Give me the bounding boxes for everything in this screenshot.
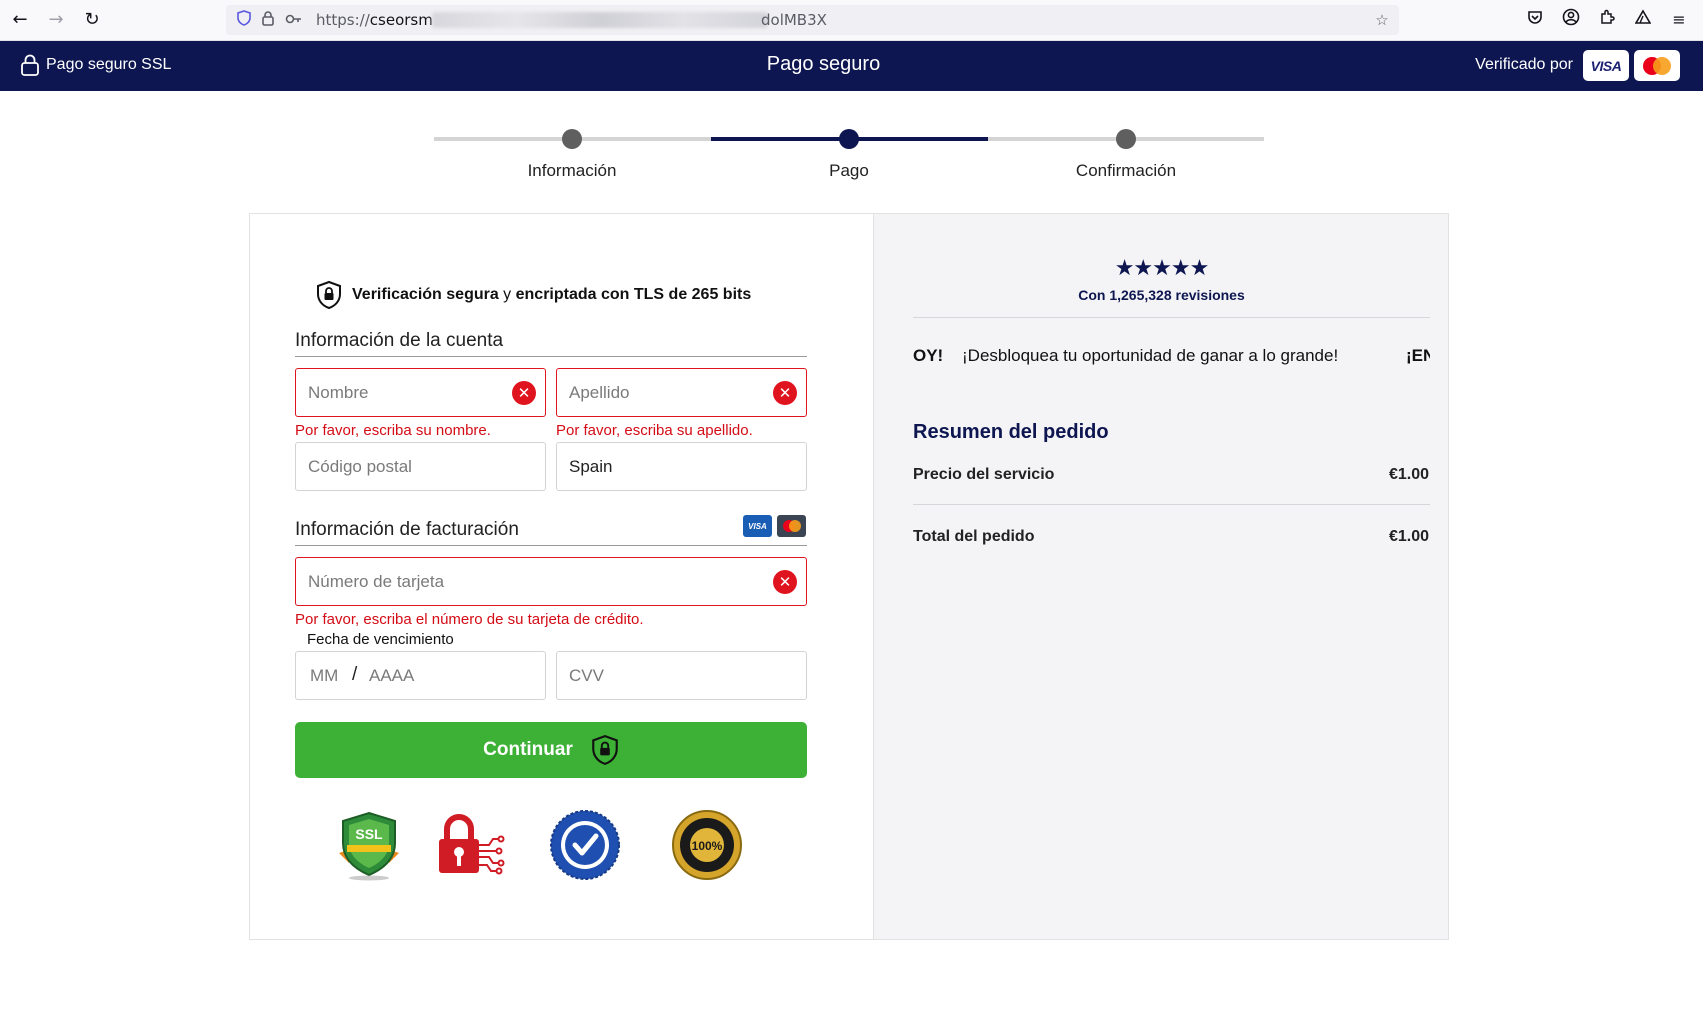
expiry-date-field[interactable]: MM / AAAA xyxy=(295,651,546,700)
visa-mini-logo: VISA xyxy=(743,515,772,537)
mastercard-mini-logo xyxy=(777,515,806,537)
promo-marquee: OY! ¡Desbloquea tu oportunidad de ganar … xyxy=(913,342,1430,372)
pocket-icon[interactable] xyxy=(1523,8,1547,32)
expiry-slash: / xyxy=(352,664,358,685)
service-price-value: €1.00 xyxy=(1388,466,1429,483)
cvv-input[interactable] xyxy=(569,652,758,699)
back-icon[interactable]: ← xyxy=(8,8,32,32)
trust-badges: SSL 100% xyxy=(325,809,765,881)
secure-verification-note: Verificación segura y encriptada con TLS… xyxy=(316,280,751,310)
shield-lock-icon xyxy=(592,734,618,765)
accepted-cards: VISA xyxy=(743,515,806,537)
url-redaction xyxy=(432,12,768,28)
step-label-informacion: Información xyxy=(527,161,617,180)
marquee-fragment-right: ¡EN xyxy=(1406,346,1430,365)
payment-form: Verificación segura y encriptada con TLS… xyxy=(250,214,873,939)
extensions-icon[interactable] xyxy=(1595,8,1619,32)
checkout-card: Verificación segura y encriptada con TLS… xyxy=(249,213,1449,940)
browser-toolbar: ← → ↻ https://cseorsm dolMB3X ☆ ≡ xyxy=(0,0,1703,41)
rating-stars: ★★★★★ xyxy=(1114,256,1210,281)
sync-triangle-icon[interactable] xyxy=(1631,8,1655,32)
step-dot-confirmacion xyxy=(1116,129,1136,149)
tracking-shield-icon[interactable] xyxy=(234,10,254,30)
key-icon[interactable] xyxy=(284,10,304,30)
error-x-icon: ✕ xyxy=(773,381,797,405)
url-text: https://cseorsm xyxy=(316,11,433,29)
first-name-error: Por favor, escriba su nombre. xyxy=(295,422,491,439)
postal-code-input[interactable] xyxy=(308,443,497,490)
step-dot-informacion xyxy=(562,129,582,149)
billing-section-title: Información de facturación xyxy=(295,519,807,546)
continue-button[interactable]: Continuar xyxy=(295,722,807,778)
card-number-field[interactable]: ✕ xyxy=(295,557,807,606)
customer-service-badge xyxy=(549,809,621,881)
error-x-icon: ✕ xyxy=(512,381,536,405)
first-name-input[interactable] xyxy=(308,369,497,416)
country-field[interactable] xyxy=(556,442,807,491)
marquee-text: ¡Desbloquea tu oportunidad de ganar a lo… xyxy=(962,346,1339,365)
divider xyxy=(913,317,1430,318)
encrypted-lock-badge xyxy=(433,809,505,881)
expiry-label: Fecha de vencimiento xyxy=(307,631,454,648)
page-title: Pago seguro xyxy=(766,53,881,75)
last-name-error: Por favor, escriba su apellido. xyxy=(556,422,753,439)
secure-payment-header: Pago seguro SSL Pago seguro Verificado p… xyxy=(0,41,1703,91)
expiry-year[interactable]: AAAA xyxy=(369,666,414,686)
svg-text:SSL: SSL xyxy=(355,826,383,842)
expiry-month[interactable]: MM xyxy=(310,666,338,686)
shield-lock-icon xyxy=(317,280,341,310)
error-x-icon: ✕ xyxy=(773,570,797,594)
divider xyxy=(913,504,1430,505)
address-bar[interactable]: https://cseorsm dolMB3X ☆ xyxy=(226,5,1399,35)
step-label-pago: Pago xyxy=(829,161,869,180)
card-number-error: Por favor, escriba el número de su tarje… xyxy=(295,611,644,628)
last-name-input[interactable] xyxy=(569,369,758,416)
order-summary-panel: ★★★★★ Con 1,265,328 revisiones OY! ¡Desb… xyxy=(873,214,1448,939)
step-dot-pago xyxy=(839,129,859,149)
url-tail: dolMB3X xyxy=(761,11,827,29)
forward-icon[interactable]: → xyxy=(44,8,68,32)
step-label-confirmacion: Confirmación xyxy=(1075,161,1177,180)
order-total-label: Total del pedido xyxy=(913,528,1035,545)
postal-code-field[interactable] xyxy=(295,442,546,491)
order-total-value: €1.00 xyxy=(1388,528,1429,545)
order-summary-title: Resumen del pedido xyxy=(913,421,1109,443)
visa-logo: VISA xyxy=(1583,50,1629,81)
continue-label: Continuar xyxy=(483,739,573,760)
account-icon[interactable] xyxy=(1559,8,1583,32)
cvv-field[interactable] xyxy=(556,651,807,700)
review-count: Con 1,265,328 revisiones xyxy=(1078,287,1245,303)
bookmark-star-icon[interactable]: ☆ xyxy=(1372,10,1392,30)
marquee-fragment-left: OY! xyxy=(913,346,944,365)
first-name-field[interactable]: ✕ xyxy=(295,368,546,417)
country-input[interactable] xyxy=(569,443,758,490)
satisfaction-guaranteed-badge: 100% xyxy=(671,809,743,881)
card-number-input[interactable] xyxy=(308,558,758,605)
ssl-secure-badge: SSL xyxy=(333,809,405,881)
checkout-stepper: Información Pago Confirmación xyxy=(434,124,1264,184)
mastercard-logo xyxy=(1634,50,1680,81)
last-name-field[interactable]: ✕ xyxy=(556,368,807,417)
lock-icon[interactable] xyxy=(258,10,278,30)
menu-icon[interactable]: ≡ xyxy=(1667,8,1691,32)
service-price-label: Precio del servicio xyxy=(913,466,1055,483)
verified-label: Verificado por xyxy=(1475,56,1573,73)
reload-icon[interactable]: ↻ xyxy=(80,8,104,32)
svg-text:100%: 100% xyxy=(692,839,723,853)
account-section-title: Información de la cuenta xyxy=(295,330,807,357)
